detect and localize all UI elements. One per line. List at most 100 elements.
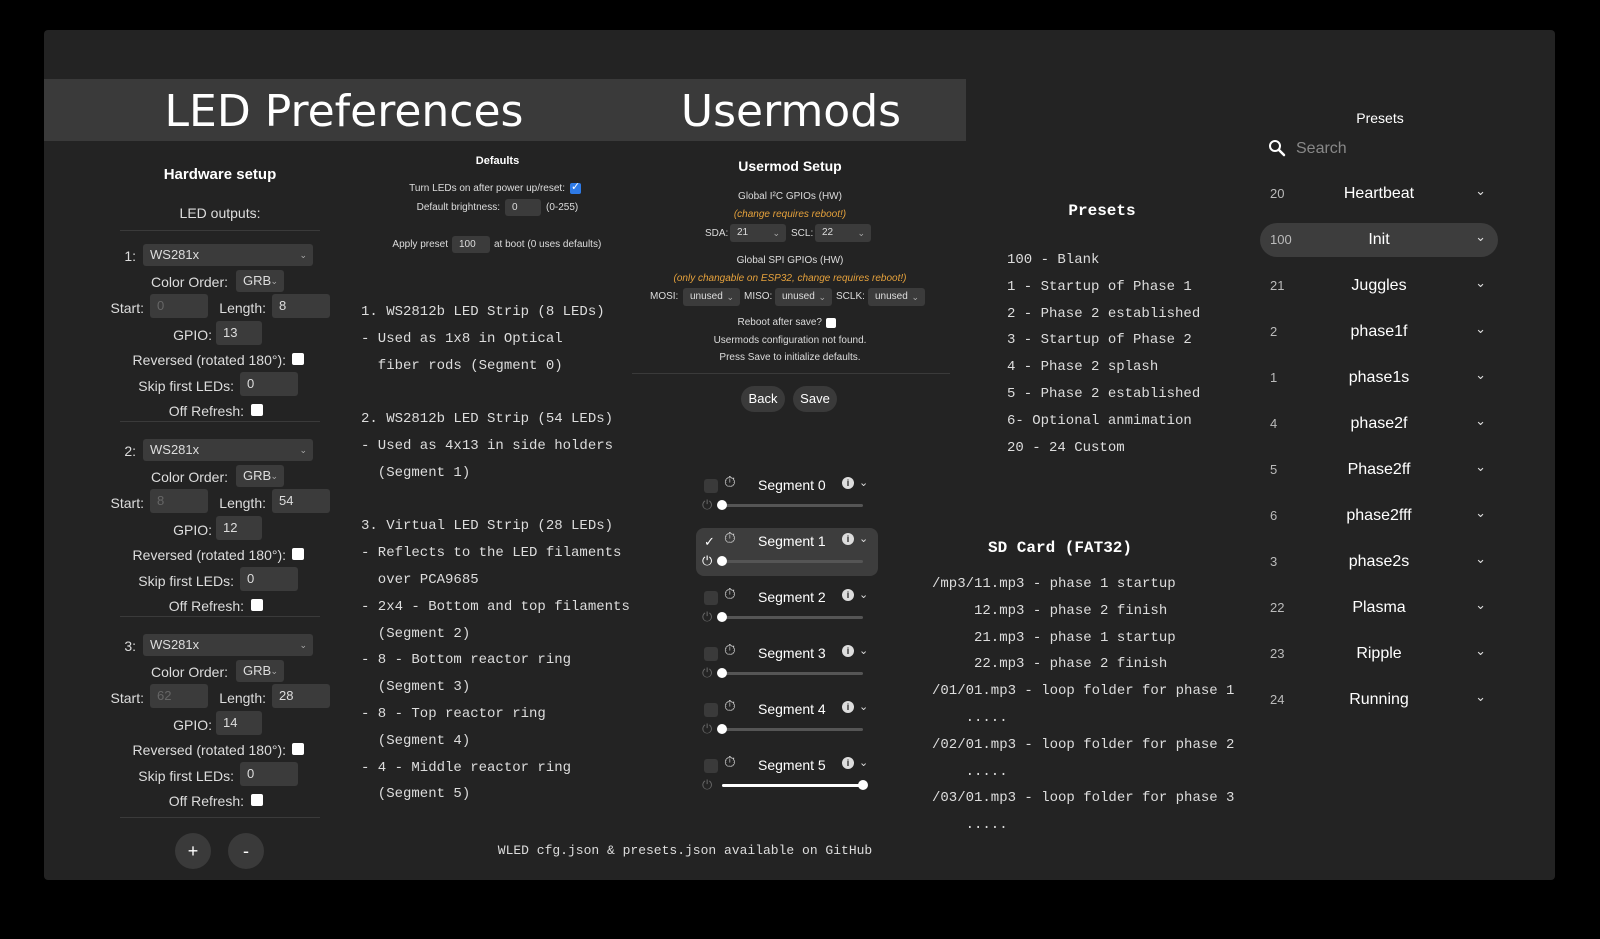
color-order-select[interactable]: GRB ⌄ (236, 465, 284, 487)
sclk-select[interactable]: unused ⌄ (868, 288, 925, 306)
start-input[interactable]: 8 (150, 489, 208, 513)
chevron-down-icon[interactable]: ⌄ (859, 700, 868, 713)
segment-checkbox[interactable] (704, 647, 718, 661)
segment-row[interactable]: ⏱ Segment 2 i ⌄ ⏻ (696, 584, 878, 632)
timer-icon[interactable]: ⏱ (724, 754, 736, 771)
preset-item[interactable]: 5 Phase2ff ⌄ (1260, 453, 1498, 487)
preset-item[interactable]: 6 phase2fff ⌄ (1260, 499, 1498, 533)
output-type-select[interactable]: WS281x ⌄ (143, 439, 313, 461)
brightness-slider[interactable] (722, 780, 868, 790)
slider-knob[interactable] (858, 780, 868, 790)
segment-row[interactable]: ⏱ Segment 0 i ⌄ ⏻ (696, 472, 878, 520)
info-icon[interactable]: i (842, 589, 854, 601)
start-input[interactable]: 0 (150, 294, 208, 318)
chevron-down-icon[interactable]: ⌄ (859, 756, 868, 769)
chevron-down-icon[interactable]: ⌄ (1475, 689, 1486, 705)
preset-search-input[interactable]: Search (1296, 140, 1476, 158)
preset-item[interactable]: 23 Ripple ⌄ (1260, 637, 1498, 671)
segment-checkbox[interactable]: ✓ (704, 535, 718, 549)
output-type-select[interactable]: WS281x ⌄ (143, 634, 313, 656)
power-icon[interactable]: ⏻ (702, 665, 712, 681)
info-icon[interactable]: i (842, 701, 854, 713)
power-icon[interactable]: ⏻ (702, 553, 712, 569)
skip-input[interactable]: 0 (240, 762, 298, 786)
reversed-checkbox[interactable] (292, 353, 304, 365)
preset-item[interactable]: 24 Running ⌄ (1260, 683, 1498, 717)
chevron-down-icon[interactable]: ⌄ (1475, 183, 1486, 199)
gpio-input[interactable]: 13 (216, 321, 262, 345)
color-order-select[interactable]: GRB ⌄ (236, 270, 284, 292)
chevron-down-icon[interactable]: ⌄ (1475, 321, 1486, 337)
save-button[interactable]: Save (793, 386, 837, 412)
chevron-down-icon[interactable]: ⌄ (1475, 459, 1486, 475)
preset-item[interactable]: 1 phase1s ⌄ (1260, 361, 1498, 395)
chevron-down-icon[interactable]: ⌄ (859, 532, 868, 545)
length-input[interactable]: 54 (272, 489, 330, 513)
length-input[interactable]: 8 (272, 294, 330, 318)
chevron-down-icon[interactable]: ⌄ (859, 644, 868, 657)
reboot-checkbox[interactable] (826, 318, 836, 328)
timer-icon[interactable]: ⏱ (724, 586, 736, 603)
off-refresh-checkbox[interactable] (251, 794, 263, 806)
power-icon[interactable]: ⏻ (702, 721, 712, 737)
slider-knob[interactable] (717, 724, 727, 734)
reversed-checkbox[interactable] (292, 743, 304, 755)
sda-select[interactable]: 21 ⌄ (730, 224, 786, 242)
slider-knob[interactable] (717, 500, 727, 510)
miso-select[interactable]: unused ⌄ (775, 288, 832, 306)
segment-row[interactable]: ✓ ⏱ Segment 1 i ⌄ ⏻ (696, 528, 878, 576)
gpio-input[interactable]: 12 (216, 516, 262, 540)
segment-row[interactable]: ⏱ Segment 4 i ⌄ ⏻ (696, 696, 878, 744)
chevron-down-icon[interactable]: ⌄ (859, 588, 868, 601)
timer-icon[interactable]: ⏱ (724, 698, 736, 715)
preset-item[interactable]: 21 Juggles ⌄ (1260, 269, 1498, 303)
length-input[interactable]: 28 (272, 684, 330, 708)
preset-item[interactable]: 3 phase2s ⌄ (1260, 545, 1498, 579)
chevron-down-icon[interactable]: ⌄ (1475, 413, 1486, 429)
chevron-down-icon[interactable]: ⌄ (1475, 597, 1486, 613)
brightness-slider[interactable] (717, 556, 863, 566)
skip-input[interactable]: 0 (240, 567, 298, 591)
off-refresh-checkbox[interactable] (251, 599, 263, 611)
mosi-select[interactable]: unused ⌄ (683, 288, 740, 306)
apply-preset-input[interactable]: 100 (452, 236, 490, 253)
chevron-down-icon[interactable]: ⌄ (859, 476, 868, 489)
preset-item[interactable]: 20 Heartbeat ⌄ (1260, 177, 1498, 211)
back-button[interactable]: Back (741, 386, 785, 412)
remove-output-button[interactable]: - (228, 833, 264, 869)
start-input[interactable]: 62 (150, 684, 208, 708)
chevron-down-icon[interactable]: ⌄ (1475, 229, 1486, 245)
segment-checkbox[interactable] (704, 591, 718, 605)
power-icon[interactable]: ⏻ (702, 777, 712, 793)
preset-item[interactable]: 2 phase1f ⌄ (1260, 315, 1498, 349)
preset-item[interactable]: 4 phase2f ⌄ (1260, 407, 1498, 441)
output-type-select[interactable]: WS281x ⌄ (143, 244, 313, 266)
timer-icon[interactable]: ⏱ (724, 474, 736, 491)
preset-item[interactable]: 22 Plasma ⌄ (1260, 591, 1498, 625)
off-refresh-checkbox[interactable] (251, 404, 263, 416)
power-icon[interactable]: ⏻ (702, 497, 712, 513)
segment-checkbox[interactable] (704, 759, 718, 773)
chevron-down-icon[interactable]: ⌄ (1475, 551, 1486, 567)
scl-select[interactable]: 22 ⌄ (815, 224, 871, 242)
brightness-slider[interactable] (717, 724, 863, 734)
slider-knob[interactable] (717, 668, 727, 678)
brightness-input[interactable]: 0 (505, 199, 541, 216)
chevron-down-icon[interactable]: ⌄ (1475, 275, 1486, 291)
info-icon[interactable]: i (842, 477, 854, 489)
info-icon[interactable]: i (842, 757, 854, 769)
brightness-slider[interactable] (717, 500, 863, 510)
preset-item[interactable]: 100 Init ⌄ (1260, 223, 1498, 257)
color-order-select[interactable]: GRB ⌄ (236, 660, 284, 682)
segment-checkbox[interactable] (704, 479, 718, 493)
turn-on-checkbox[interactable] (570, 180, 581, 194)
add-output-button[interactable]: + (175, 833, 211, 869)
slider-knob[interactable] (717, 612, 727, 622)
brightness-slider[interactable] (717, 612, 863, 622)
segment-row[interactable]: ⏱ Segment 3 i ⌄ ⏻ (696, 640, 878, 688)
segment-row[interactable]: ⏱ Segment 5 i ⌄ ⏻ (696, 752, 878, 800)
chevron-down-icon[interactable]: ⌄ (1475, 367, 1486, 383)
chevron-down-icon[interactable]: ⌄ (1475, 505, 1486, 521)
skip-input[interactable]: 0 (240, 372, 298, 396)
chevron-down-icon[interactable]: ⌄ (1475, 643, 1486, 659)
